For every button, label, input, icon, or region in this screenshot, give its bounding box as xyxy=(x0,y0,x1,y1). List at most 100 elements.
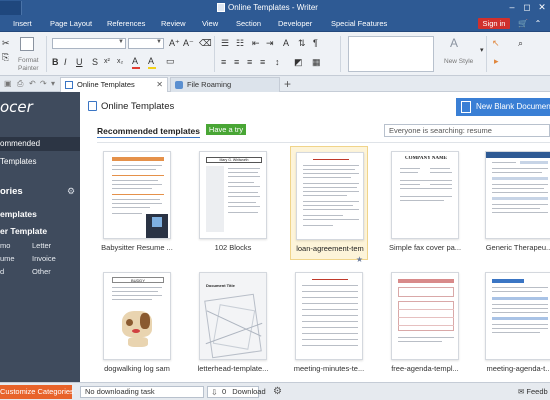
feedback-link[interactable]: ✉ Feedb xyxy=(518,387,548,396)
increase-indent-icon[interactable]: ⇥ xyxy=(266,38,274,48)
grow-font-icon[interactable]: A⁺ xyxy=(169,38,180,48)
template-title: loan-agreement-tem xyxy=(296,244,364,253)
download-label: Download xyxy=(232,387,266,396)
template-card[interactable]: BUDDY dogwalking log sam xyxy=(98,267,176,381)
category-resume[interactable]: ume xyxy=(0,254,15,263)
copy-icon[interactable]: ⎘ xyxy=(2,52,9,62)
clear-format-icon[interactable]: ⌫ xyxy=(199,38,212,48)
underline-icon[interactable]: U xyxy=(76,57,83,67)
app-menu-button[interactable] xyxy=(0,1,22,15)
category-memo[interactable]: mo xyxy=(0,241,10,250)
template-card[interactable]: free-agenda-templ... xyxy=(386,267,464,381)
undo-icon[interactable]: ↶ xyxy=(29,79,36,88)
print-icon[interactable]: ⎙ xyxy=(17,79,23,89)
new-style-label[interactable]: New Style xyxy=(444,58,473,65)
format-painter-icon[interactable] xyxy=(20,37,34,51)
template-search-input[interactable]: Everyone is searching: resume xyxy=(384,124,550,137)
sidebar-section-templates[interactable]: emplates xyxy=(0,209,37,219)
close-tab-icon[interactable]: ✕ xyxy=(156,78,163,91)
customize-categories-button[interactable]: Customize Categories xyxy=(0,385,74,399)
font-color-icon[interactable]: A xyxy=(132,56,138,66)
shading-icon[interactable]: ◩ xyxy=(294,57,303,67)
bullets-icon[interactable]: ☰ xyxy=(221,38,229,48)
category-letter[interactable]: Letter xyxy=(32,241,51,250)
close-icon[interactable]: ✕ xyxy=(535,1,549,13)
maximize-icon[interactable]: ◻ xyxy=(520,1,534,13)
template-card[interactable]: loan-agreement-tem ★ xyxy=(290,146,368,264)
cut-icon[interactable]: ✂ xyxy=(2,38,10,48)
new-blank-document-button[interactable]: New Blank Documen xyxy=(456,98,550,116)
select-cursor-icon[interactable]: ↖ xyxy=(492,38,500,48)
template-card[interactable]: Babysitter Resume ... xyxy=(98,146,176,260)
chinese-layout-icon[interactable]: A xyxy=(283,38,289,48)
template-card[interactable]: Mary G. Whitworth 102 Blocks xyxy=(194,146,272,260)
highlight-icon[interactable]: A xyxy=(148,56,154,66)
recommended-templates-tab[interactable]: Recommended templates xyxy=(97,126,200,138)
align-right-icon[interactable]: ≡ xyxy=(247,57,252,67)
menu-section[interactable]: Section xyxy=(236,19,261,28)
character-border-icon[interactable]: ▭ xyxy=(166,56,175,66)
new-tab-icon[interactable]: + xyxy=(284,77,291,91)
tab-label: File Roaming xyxy=(187,80,232,89)
new-document-icon xyxy=(461,101,471,113)
new-style-icon[interactable]: A xyxy=(450,37,458,49)
shrink-font-icon[interactable]: A⁻ xyxy=(183,38,194,48)
sidebar-section-writer-template[interactable]: er Template xyxy=(0,226,47,236)
document-tab-strip: ▣ ⎙ ↶ ↷ ▾ Online Templates ✕ File Roamin… xyxy=(0,76,550,92)
menu-special-features[interactable]: Special Features xyxy=(331,19,387,28)
download-button[interactable]: ⇩ 0 Download xyxy=(207,386,266,398)
pointer-icon[interactable]: ▸ xyxy=(494,56,499,66)
sidebar-item-recommended[interactable]: ommended xyxy=(0,137,80,151)
numbering-icon[interactable]: ☷ xyxy=(236,38,244,48)
style-gallery[interactable] xyxy=(348,36,434,72)
tab-online-templates[interactable]: Online Templates ✕ xyxy=(60,77,168,92)
quick-access-dropdown-icon[interactable]: ▾ xyxy=(51,79,55,88)
menu-developer[interactable]: Developer xyxy=(278,19,312,28)
show-hide-icon[interactable]: ¶ xyxy=(313,38,318,48)
cart-icon[interactable]: 🛒 xyxy=(518,19,528,29)
font-name-combo[interactable]: ▼ xyxy=(52,38,126,49)
decrease-indent-icon[interactable]: ⇤ xyxy=(252,38,260,48)
category-card[interactable]: d xyxy=(0,267,4,276)
template-card[interactable]: Document Title letterhead-template... xyxy=(194,267,272,381)
font-size-combo[interactable]: ▼ xyxy=(128,38,164,49)
borders-icon[interactable]: ▦ xyxy=(312,57,321,67)
new-style-dropdown-icon[interactable]: ▾ xyxy=(480,46,484,56)
sort-icon[interactable]: ⇅ xyxy=(298,38,306,48)
strikethrough-icon[interactable]: S xyxy=(92,57,98,67)
menu-page-layout[interactable]: Page Layout xyxy=(50,19,92,28)
sidebar-item-my-templates[interactable]: Templates xyxy=(0,155,80,169)
template-card[interactable]: COMPANY NAME Simple fax cover pa... xyxy=(386,146,464,260)
template-card[interactable]: Generic Therapeu... xyxy=(480,146,550,260)
italic-icon[interactable]: I xyxy=(64,57,67,67)
save-icon[interactable]: ▣ xyxy=(4,79,12,88)
favorite-star-icon[interactable]: ★ xyxy=(356,255,363,264)
template-card[interactable]: meeting-minutes-te... xyxy=(290,267,368,381)
align-center-icon[interactable]: ≡ xyxy=(234,57,239,67)
find-replace-icon[interactable]: ⌕ xyxy=(518,38,523,48)
template-card[interactable]: meeting-agenda-t... xyxy=(480,267,550,381)
category-invoice[interactable]: Invoice xyxy=(32,254,56,263)
minimize-icon[interactable]: – xyxy=(505,1,519,13)
menu-review[interactable]: Review xyxy=(161,19,186,28)
menu-references[interactable]: References xyxy=(107,19,145,28)
bold-icon[interactable]: B xyxy=(52,57,59,67)
superscript-icon[interactable]: x² xyxy=(104,57,110,67)
menu-view[interactable]: View xyxy=(202,19,218,28)
gear-icon[interactable]: ⚙ xyxy=(67,186,75,197)
menu-insert[interactable]: Insert xyxy=(13,19,32,28)
line-spacing-icon[interactable]: ↕ xyxy=(275,57,280,67)
expand-ribbon-icon[interactable]: ⌃ xyxy=(533,19,543,29)
align-left-icon[interactable]: ≡ xyxy=(221,57,226,67)
justify-icon[interactable]: ≡ xyxy=(260,57,265,67)
categories-heading: ories xyxy=(0,186,23,197)
category-other[interactable]: Other xyxy=(32,267,51,276)
tab-file-roaming[interactable]: File Roaming xyxy=(170,77,280,92)
settings-gear-icon[interactable]: ⚙ xyxy=(273,386,282,397)
docer-logo: ocer xyxy=(0,98,33,116)
have-a-try-button[interactable]: Have a try xyxy=(206,124,246,135)
sign-in-button[interactable]: Sign in xyxy=(478,18,510,29)
redo-icon[interactable]: ↷ xyxy=(40,79,47,88)
subscript-icon[interactable]: x₂ xyxy=(117,57,123,67)
ribbon-separator xyxy=(214,36,215,72)
